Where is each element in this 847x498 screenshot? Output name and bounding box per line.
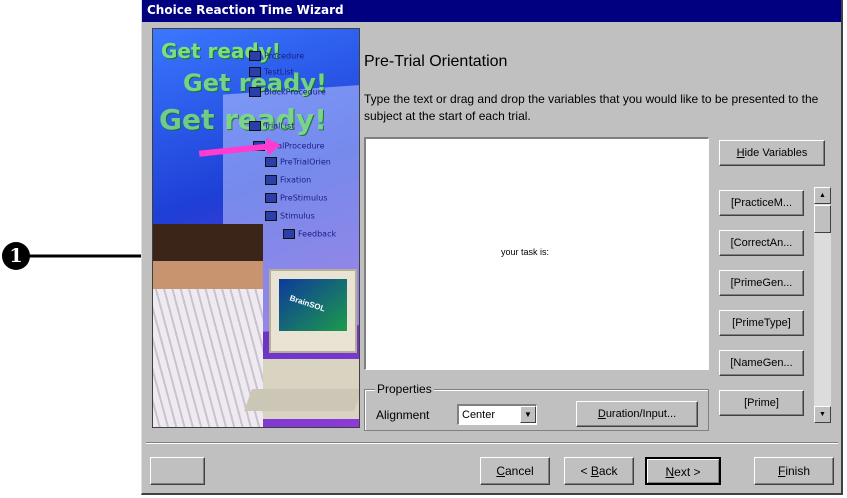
scroll-down-icon[interactable]: ▼ <box>814 406 831 423</box>
variable-button-prime-gen[interactable]: [PrimeGen... <box>719 270 804 296</box>
get-ready-text: Get ready! <box>159 103 327 136</box>
tree-item: TestList <box>249 67 294 77</box>
orientation-text-area[interactable]: your task is: <box>364 137 709 370</box>
tree-item: BlockProcedure <box>249 87 326 97</box>
tree-item: PreStimulus <box>265 193 327 203</box>
variable-button-practice[interactable]: [PracticeM... <box>719 190 804 216</box>
tree-item: Stimulus <box>265 211 315 221</box>
dropdown-arrow-icon[interactable]: ▼ <box>520 406 536 423</box>
scroll-thumb[interactable] <box>814 205 831 233</box>
properties-label: Properties <box>375 382 434 396</box>
alignment-select[interactable]: Center ▼ <box>457 404 537 425</box>
window-title: Choice Reaction Time Wizard <box>147 3 344 17</box>
wizard-window: Choice Reaction Time Wizard Get ready! G… <box>141 0 843 495</box>
monitor-label: BrainSOL <box>288 293 327 314</box>
alignment-label: Alignment <box>376 408 430 422</box>
variable-button-prime-type[interactable]: [PrimeType] <box>719 310 804 336</box>
tree-item: Fixation <box>265 175 311 185</box>
scroll-up-icon[interactable]: ▲ <box>814 187 831 204</box>
finish-button[interactable]: Finish <box>754 457 834 485</box>
cancel-button[interactable]: Cancel <box>480 457 550 485</box>
properties-group: Properties Alignment Center ▼ Duration/I… <box>364 382 709 432</box>
page-title: Pre-Trial Orientation <box>364 53 508 70</box>
duration-input-button[interactable]: Duration/Input... <box>576 401 698 427</box>
variable-button-name-gen[interactable]: [NameGen... <box>719 350 804 376</box>
title-bar[interactable]: Choice Reaction Time Wizard <box>142 0 841 22</box>
alignment-value: Center <box>462 409 496 421</box>
tree-item: Feedback <box>283 229 336 239</box>
tree-item: TrialList <box>249 121 294 131</box>
callout-number: 1 <box>2 242 30 270</box>
wizard-illustration: Get ready! Get ready! Get ready! Procedu… <box>152 28 360 428</box>
instructions-text: Type the text or drag and drop the varia… <box>364 92 819 123</box>
bottom-separator <box>146 442 838 444</box>
hide-variables-button[interactable]: Hide Variables <box>719 140 825 166</box>
keyboard-graphic <box>243 389 359 411</box>
tree-item: PreTrialOrien <box>265 157 331 167</box>
variables-scrollbar[interactable]: ▲ ▼ <box>814 187 831 423</box>
monitor-graphic: BrainSOL <box>269 269 357 353</box>
blank-button[interactable] <box>150 457 205 485</box>
variable-button-correct-answer[interactable]: [CorrectAn... <box>719 230 804 256</box>
back-button[interactable]: < Back <box>564 457 634 485</box>
next-button[interactable]: Next > <box>645 457 721 485</box>
orientation-text: your task is: <box>501 247 550 257</box>
tree-item: Procedure <box>249 51 304 61</box>
variable-button-prime[interactable]: [Prime] <box>719 390 804 416</box>
